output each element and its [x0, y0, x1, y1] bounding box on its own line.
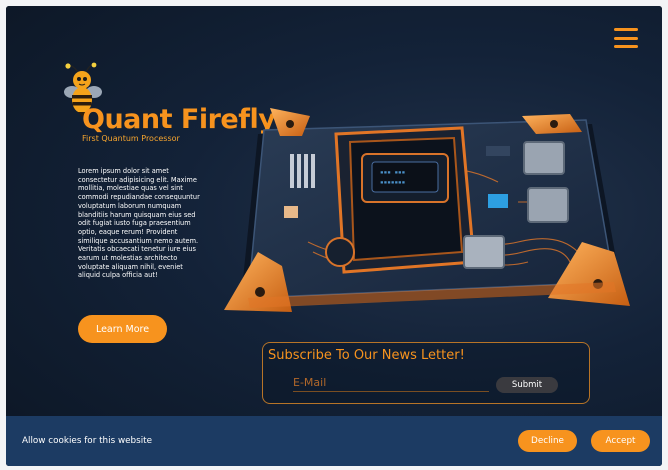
menu-bar: [614, 45, 638, 48]
brand-subtitle: First Quantum Processor: [82, 134, 180, 143]
menu-bar: [614, 36, 638, 40]
page-frame: Quant Firefly First Quantum Processor Lo…: [6, 6, 662, 466]
newsletter-title: Subscribe To Our News Letter!: [268, 348, 465, 363]
processor-illustration: ▪▪▪ ▪▪▪ ▪▪▪▪▪▪▪: [224, 108, 630, 312]
svg-text:▪▪▪▪▪▪▪: ▪▪▪▪▪▪▪: [380, 179, 405, 186]
learn-more-button[interactable]: Learn More: [78, 315, 167, 343]
menu-bar: [614, 28, 638, 31]
svg-text:▪▪▪ ▪▪▪: ▪▪▪ ▪▪▪: [380, 169, 405, 176]
cookie-message: Allow cookies for this website: [22, 436, 153, 446]
intro-text: Lorem ipsum dolor sit amet consectetur a…: [78, 167, 200, 280]
submit-button[interactable]: Submit: [496, 377, 558, 393]
accept-button[interactable]: Accept: [591, 430, 650, 452]
hamburger-menu-icon[interactable]: [614, 28, 638, 48]
decline-button[interactable]: Decline: [518, 430, 577, 452]
cookie-banner: Allow cookies for this website Decline A…: [6, 416, 662, 466]
newsletter-form: Subscribe To Our News Letter! Submit: [262, 342, 590, 404]
email-field[interactable]: [293, 373, 489, 392]
